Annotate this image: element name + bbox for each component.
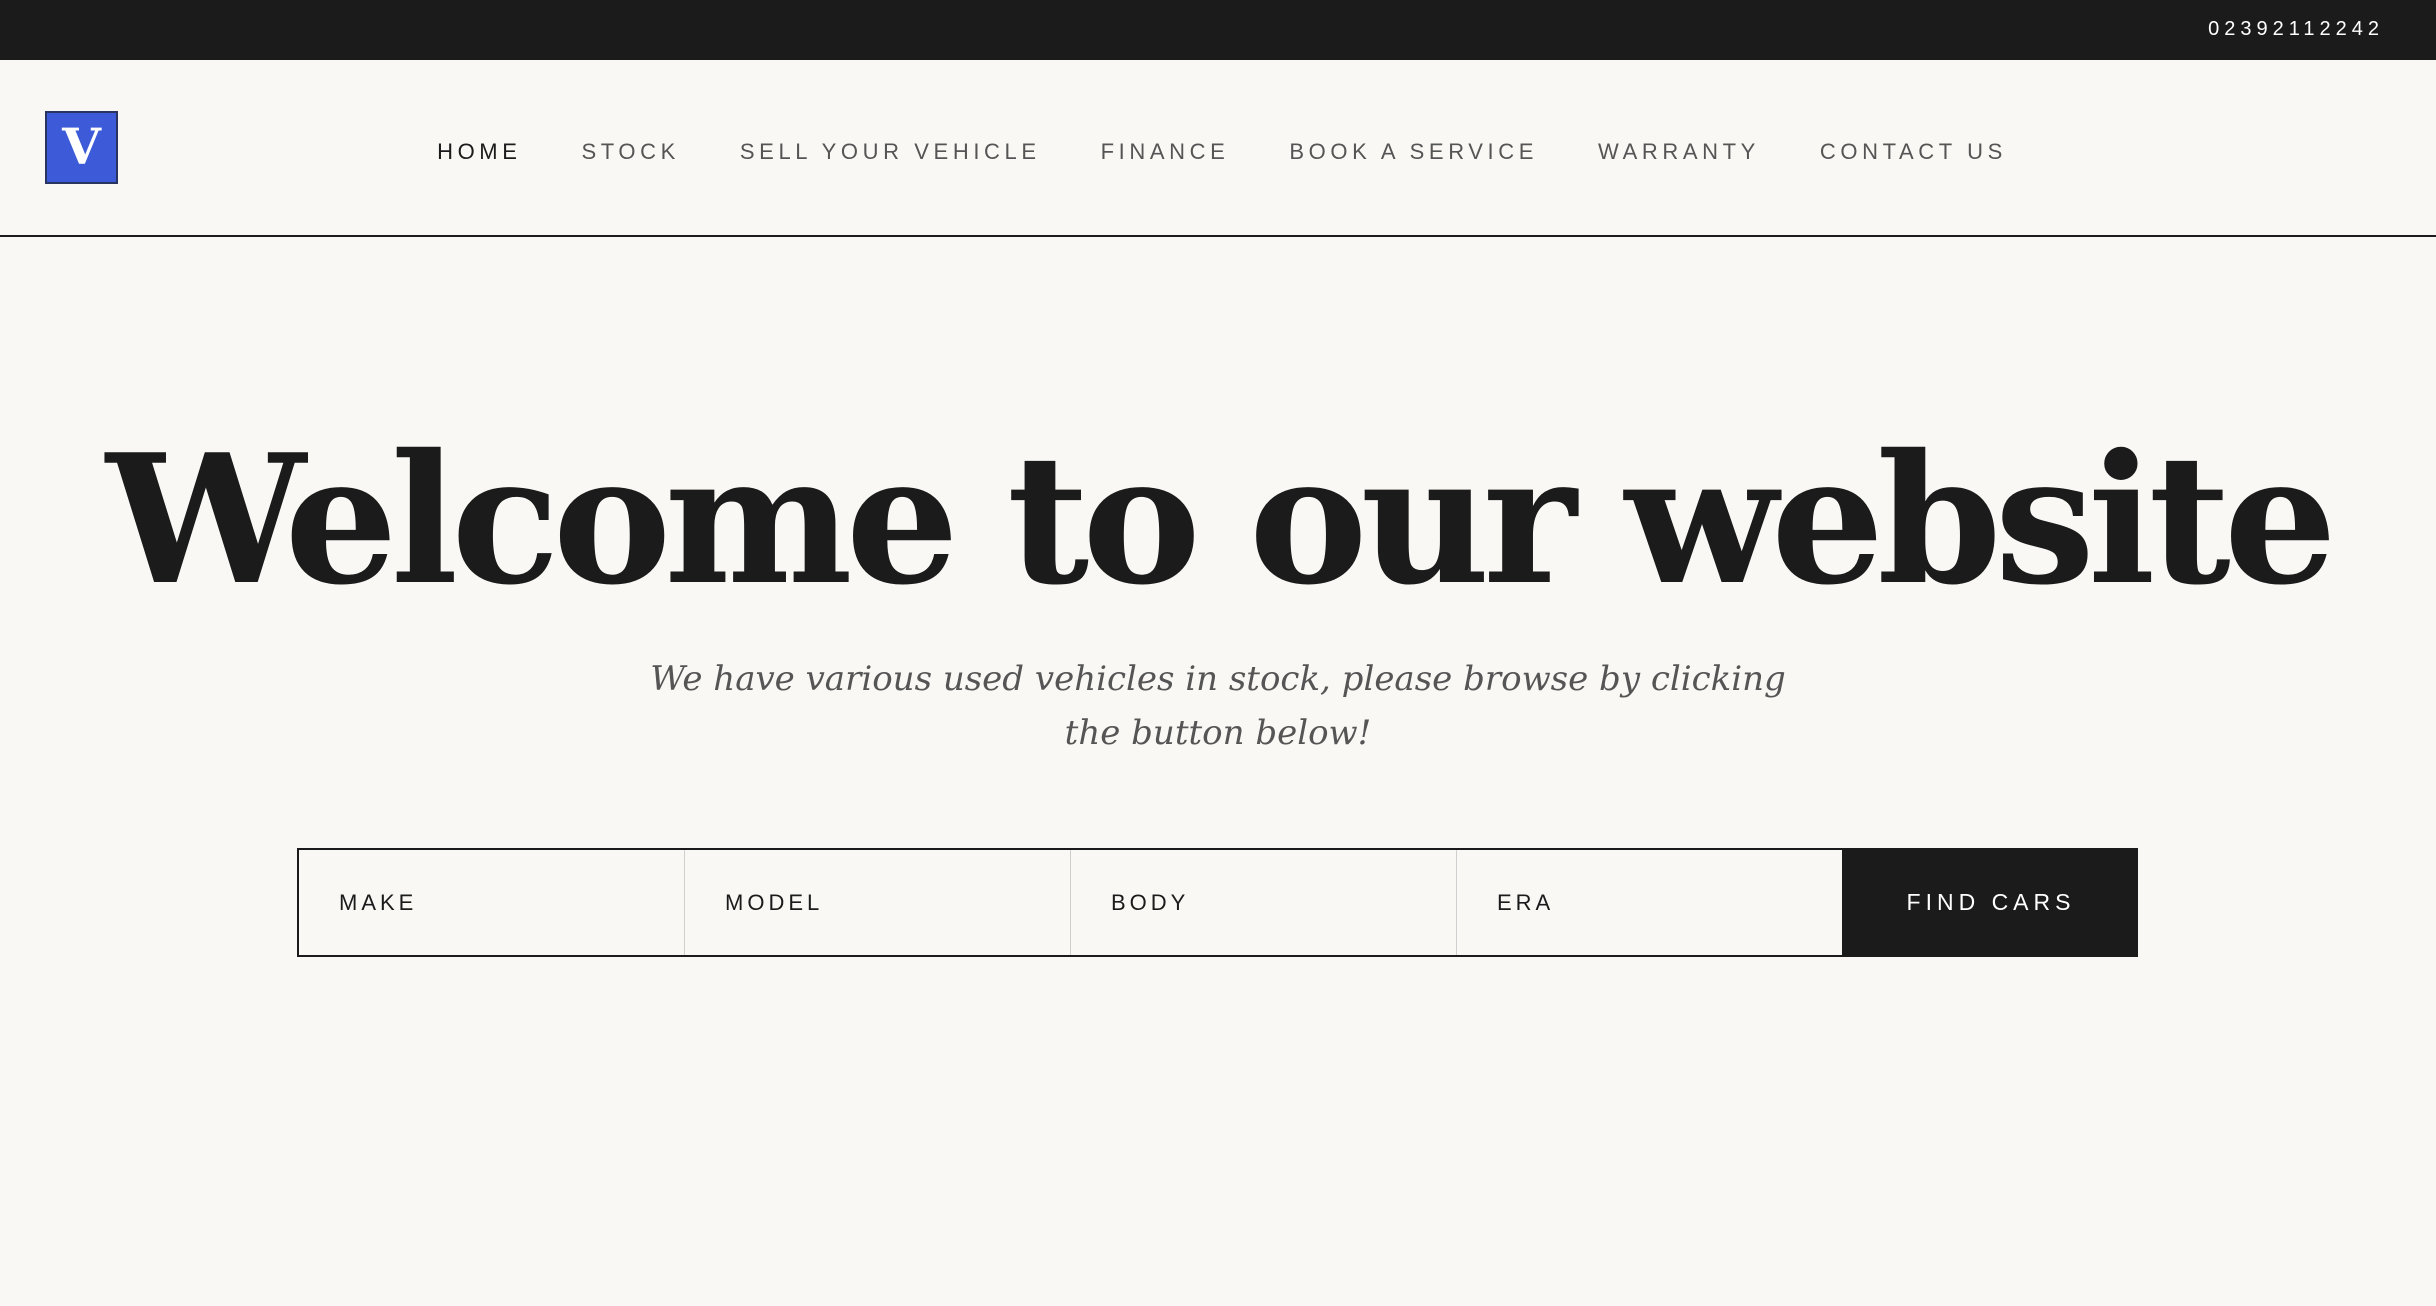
body-filter[interactable]: BODY bbox=[1071, 850, 1457, 955]
nav-item-stock[interactable]: STOCK bbox=[582, 133, 680, 165]
main-navigation: HOME STOCK SELL YOUR VEHICLE FINANCE BOO… bbox=[0, 60, 2436, 237]
hero-subtitle: We have various used vehicles in stock, … bbox=[650, 659, 1786, 753]
hero-title: Welcome to our website bbox=[106, 415, 2337, 624]
vehicle-search-bar: MAKE MODEL BODY ERA FIND CARS bbox=[297, 848, 2138, 957]
nav-item-warranty[interactable]: WARRANTY bbox=[1598, 133, 1760, 165]
phone-number[interactable]: 02392112242 bbox=[2208, 0, 2384, 60]
find-cars-button[interactable]: FIND CARS bbox=[1844, 848, 2138, 957]
top-utility-bar: 02392112242 bbox=[0, 0, 2436, 60]
nav-item-home[interactable]: HOME bbox=[437, 133, 521, 165]
nav-item-sell-your-vehicle[interactable]: SELL YOUR VEHICLE bbox=[740, 133, 1041, 165]
nav-item-finance[interactable]: FINANCE bbox=[1101, 133, 1230, 165]
search-filters: MAKE MODEL BODY ERA bbox=[297, 848, 1844, 957]
site-header: V HOME STOCK SELL YOUR VEHICLE FINANCE B… bbox=[0, 60, 2436, 237]
nav-item-book-a-service[interactable]: BOOK A SERVICE bbox=[1289, 133, 1538, 165]
nav-item-contact-us[interactable]: CONTACT US bbox=[1820, 133, 2007, 165]
make-filter[interactable]: MAKE bbox=[299, 850, 685, 955]
era-filter[interactable]: ERA bbox=[1457, 850, 1844, 955]
model-filter[interactable]: MODEL bbox=[685, 850, 1071, 955]
